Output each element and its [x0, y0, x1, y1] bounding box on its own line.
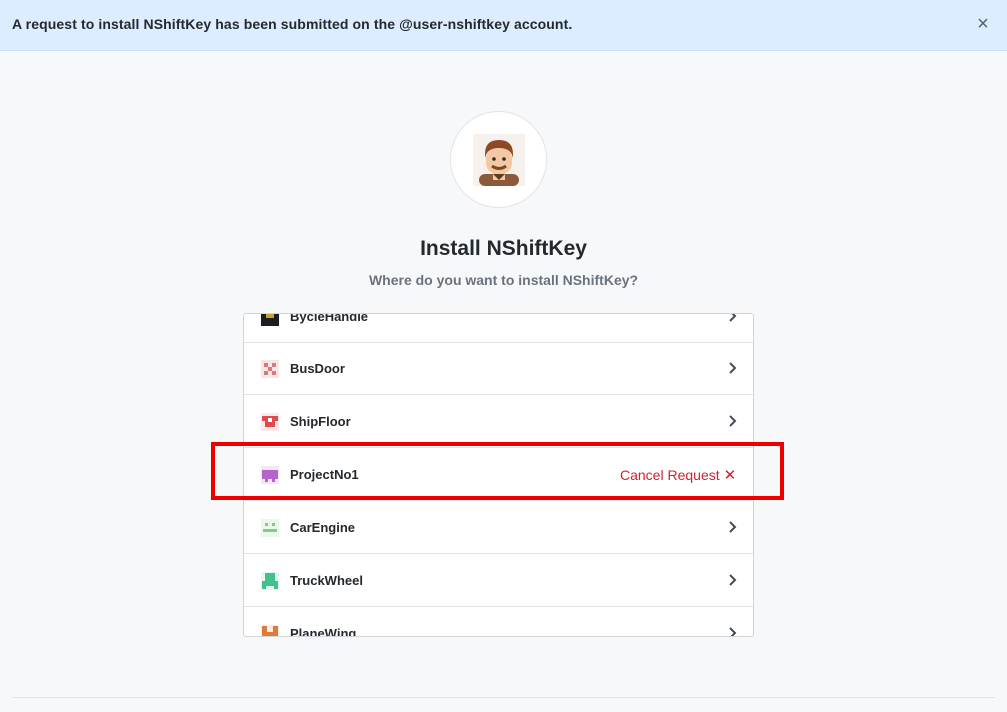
- chevron-right-icon: [729, 627, 737, 636]
- chevron-right-icon: [729, 415, 737, 427]
- flash-message: A request to install NShiftKey has been …: [12, 16, 573, 32]
- repo-identicon-icon: [261, 519, 279, 537]
- repo-name: TruckWheel: [290, 573, 363, 588]
- repo-identicon-icon: [261, 413, 279, 431]
- repo-identicon-icon: [261, 314, 279, 326]
- chevron-right-icon: [729, 574, 737, 586]
- repo-identicon-icon: [261, 360, 279, 378]
- list-item[interactable]: BusDoor: [244, 342, 753, 395]
- repo-name: ShipFloor: [290, 414, 351, 429]
- repo-name: BycleHandle: [290, 313, 369, 324]
- repo-name: ProjectNo1: [290, 467, 359, 482]
- close-icon[interactable]: ×: [973, 14, 993, 34]
- page-subtitle: Where do you want to install NShiftKey?: [368, 272, 639, 288]
- chevron-right-icon: [729, 314, 737, 322]
- page-title: Install NShiftKey: [420, 237, 587, 260]
- repo-name: CarEngine: [290, 520, 356, 535]
- list-item[interactable]: CarEngine: [244, 501, 753, 554]
- list-item-selected: ProjectNo1 Cancel Request ✕: [244, 448, 753, 501]
- cancel-request-button[interactable]: Cancel Request ✕: [620, 466, 736, 484]
- footer-divider: [12, 697, 995, 698]
- list-item[interactable]: TruckWheel: [244, 554, 753, 607]
- repo-name: BusDoor: [290, 361, 345, 376]
- app-avatar: [450, 111, 547, 208]
- repository-list[interactable]: BycleHandle BusDoor ShipFloor ProjectNo1…: [243, 313, 754, 637]
- repo-identicon-icon: [261, 466, 279, 484]
- repo-name: PlaneWing: [290, 626, 357, 637]
- repo-identicon-icon: [261, 625, 279, 636]
- close-icon: ✕: [723, 467, 737, 484]
- list-item[interactable]: BycleHandle: [244, 313, 753, 343]
- list-item[interactable]: PlaneWing: [244, 607, 753, 637]
- chevron-right-icon: [729, 521, 737, 533]
- list-item[interactable]: ShipFloor: [244, 395, 753, 448]
- chevron-right-icon: [729, 362, 737, 374]
- flash-banner: A request to install NShiftKey has been …: [0, 0, 1007, 51]
- cancel-request-label: Cancel Request: [620, 467, 720, 483]
- avatar-person-icon: [473, 134, 525, 186]
- repo-identicon-icon: [261, 572, 279, 590]
